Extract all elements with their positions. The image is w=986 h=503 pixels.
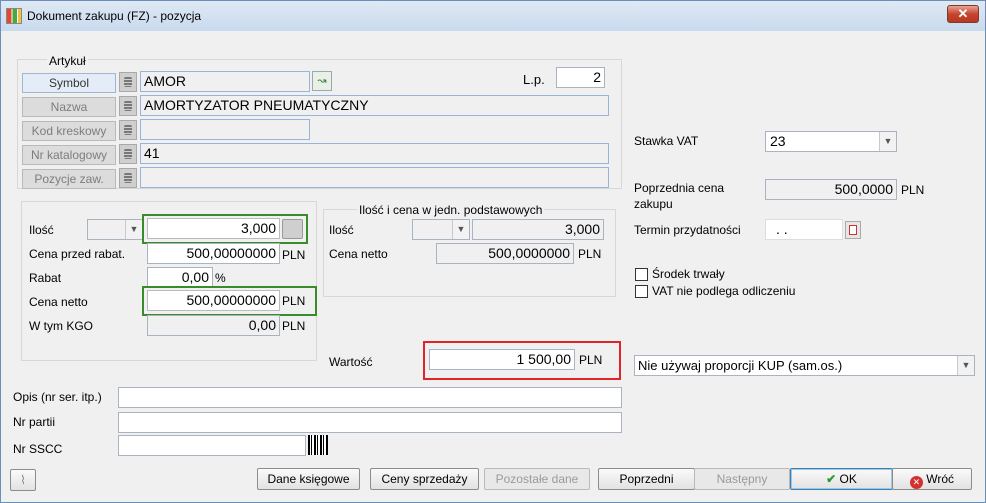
partia-label: Nr partii <box>13 415 56 429</box>
app-icon <box>6 8 22 24</box>
poprz-currency: PLN <box>901 183 925 197</box>
kgo-label: W tym KGO <box>29 319 93 333</box>
title-bar: Dokument zakupu (FZ) - pozycja ✕ <box>1 1 985 31</box>
window-title: Dokument zakupu (FZ) - pozycja <box>27 9 202 23</box>
pozycje-zaw-field[interactable] <box>140 167 609 188</box>
cena-przed-currency: PLN <box>282 248 306 262</box>
cena-netto-label: Cena netto <box>29 295 88 309</box>
srodek-trwaly-label: Środek trwały <box>652 267 725 281</box>
wroc-button[interactable]: ✕ Wróć <box>892 468 972 490</box>
vat-label: Stawka VAT <box>634 134 699 148</box>
symbol-button[interactable]: Symbol <box>22 73 116 93</box>
cancel-icon: ✕ <box>909 476 923 489</box>
ilosc-unit-combo[interactable]: ▼ <box>87 219 143 240</box>
symbol-link-icon[interactable]: ↝ <box>312 71 332 91</box>
vat-combo[interactable]: 23 ▼ <box>765 131 897 152</box>
podst-ilosc-field: 3,000 <box>472 219 604 240</box>
chevron-down-icon[interactable]: ▼ <box>879 132 896 151</box>
poprz-label-2: zakupu <box>634 197 673 211</box>
artykul-group-label: Artykuł <box>47 54 88 68</box>
attachment-icon[interactable]: ⌇ <box>10 469 36 491</box>
rabat-unit: % <box>215 271 226 285</box>
nazwa-field[interactable]: AMORTYZATOR PNEUMATYCZNY <box>140 95 609 116</box>
calculator-icon[interactable] <box>282 219 303 239</box>
chevron-down-icon[interactable]: ▼ <box>452 220 469 239</box>
podst-cena-netto-label: Cena netto <box>329 247 388 261</box>
sscc-field[interactable] <box>118 435 306 456</box>
check-icon: ✔ <box>826 472 837 486</box>
podst-cena-currency: PLN <box>578 247 602 261</box>
sscc-label: Nr SSCC <box>13 442 63 456</box>
termin-label: Termin przydatności <box>634 223 741 237</box>
ilosc-label: Ilość <box>29 223 54 237</box>
poprzedni-button[interactable]: Poprzedni <box>598 468 695 490</box>
opis-field[interactable] <box>118 387 622 408</box>
wroc-label: Wróć <box>926 472 955 486</box>
wartosc-field: 1 500,00 <box>429 349 575 370</box>
nazwa-button[interactable]: Nazwa <box>22 97 116 117</box>
wartosc-label: Wartość <box>329 355 373 369</box>
nastepny-button[interactable]: Następny <box>694 468 790 490</box>
podst-unit-combo[interactable]: ▼ <box>412 219 470 240</box>
nr-katalogowy-field[interactable]: 41 <box>140 143 609 164</box>
rabat-label: Rabat <box>29 271 62 285</box>
barcode-icon[interactable] <box>308 435 328 455</box>
kod-kreskowy-field[interactable] <box>140 119 310 140</box>
vat-value: 23 <box>770 133 786 149</box>
ok-label: OK <box>839 472 857 486</box>
cena-przed-field[interactable]: 500,00000000 <box>147 243 280 264</box>
pozostale-dane-button[interactable]: Pozostałe dane <box>484 468 590 490</box>
cena-przed-label: Cena przed rabat. <box>29 247 126 261</box>
podst-group-label: Ilość i cena w jedn. podstawowych <box>357 203 545 217</box>
kgo-currency: PLN <box>282 319 306 333</box>
vat-nie-podlega-checkbox[interactable] <box>635 285 648 298</box>
proporcja-value: Nie używaj proporcji KUP (sam.os.) <box>638 358 843 373</box>
proporcja-combo[interactable]: Nie używaj proporcji KUP (sam.os.) ▼ <box>634 355 975 376</box>
pozycje-db-icon[interactable] <box>119 168 137 188</box>
rabat-field[interactable]: 0,00 <box>147 267 213 288</box>
srodek-trwaly-checkbox[interactable] <box>635 268 648 281</box>
pozycje-zaw-button[interactable]: Pozycje zaw. <box>22 169 116 189</box>
symbol-db-icon[interactable] <box>119 72 137 92</box>
ok-button[interactable]: ✔ OK <box>790 468 893 490</box>
podst-ilosc-label: Ilość <box>329 223 354 237</box>
wartosc-currency: PLN <box>579 353 603 367</box>
nrkat-db-icon[interactable] <box>119 144 137 164</box>
calendar-icon[interactable] <box>845 221 861 239</box>
vat-nie-podlega-label: VAT nie podlega odliczeniu <box>652 284 796 298</box>
termin-field[interactable]: . . <box>765 219 843 240</box>
opis-label: Opis (nr ser. itp.) <box>13 390 102 404</box>
cena-netto-field[interactable]: 500,00000000 <box>147 290 280 311</box>
poprz-label-1: Poprzednia cena <box>634 181 725 195</box>
nazwa-db-icon[interactable] <box>119 96 137 116</box>
poprz-cena-field: 500,0000 <box>765 179 897 200</box>
symbol-field[interactable]: AMOR <box>140 71 310 92</box>
chevron-down-icon[interactable]: ▼ <box>125 220 142 239</box>
nr-katalogowy-button[interactable]: Nr katalogowy <box>22 145 116 165</box>
lp-label: L.p. <box>523 72 545 87</box>
ilosc-field[interactable]: 3,000 <box>147 218 280 239</box>
cena-netto-currency: PLN <box>282 294 306 308</box>
partia-field[interactable] <box>118 412 622 433</box>
dialog-window: Dokument zakupu (FZ) - pozycja ✕ Artykuł… <box>0 0 986 503</box>
dialog-body: Artykuł Symbol AMOR ↝ L.p. 2 Nazwa AMORT… <box>7 31 980 497</box>
dane-ksiegowe-button[interactable]: Dane księgowe <box>257 468 360 490</box>
kod-kreskowy-button[interactable]: Kod kreskowy <box>22 121 116 141</box>
lp-field[interactable]: 2 <box>556 67 605 88</box>
kgo-field: 0,00 <box>147 315 280 336</box>
podst-cena-netto-field: 500,0000000 <box>436 243 574 264</box>
close-button[interactable]: ✕ <box>947 5 979 23</box>
chevron-down-icon[interactable]: ▼ <box>957 356 974 375</box>
ceny-sprzedazy-button[interactable]: Ceny sprzedaży <box>370 468 479 490</box>
kod-db-icon[interactable] <box>119 120 137 140</box>
